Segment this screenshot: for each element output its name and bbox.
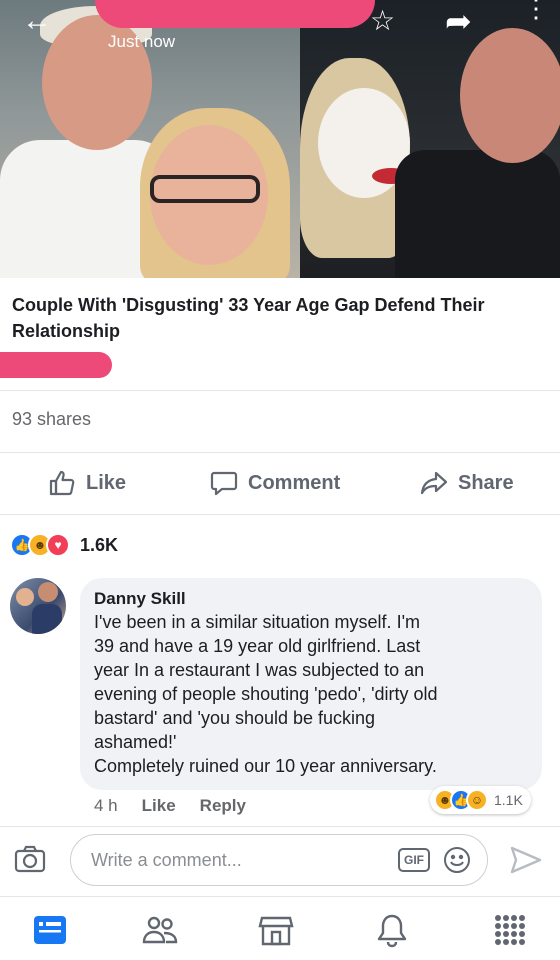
share-icon (420, 471, 448, 495)
redaction-mark-source (0, 352, 112, 378)
comment-meta: 4 h Like Reply (94, 796, 246, 816)
glasses (150, 175, 260, 203)
comment-like-button[interactable]: Like (142, 796, 176, 816)
comment-reply-button[interactable]: Reply (200, 796, 246, 816)
comment-bubble-icon (210, 471, 238, 496)
comment-bubble[interactable]: Danny Skill I've been in a similar situa… (80, 578, 542, 790)
star-icon[interactable]: ☆ (370, 4, 395, 37)
wow-reaction-icon: ☺ (466, 789, 488, 811)
redaction-mark-top (95, 0, 375, 28)
gif-button[interactable]: GIF (398, 848, 430, 872)
share-count[interactable]: 93 shares (12, 409, 91, 430)
reaction-count: 1.6K (80, 534, 119, 555)
marketplace-icon[interactable] (256, 910, 296, 950)
post-photo[interactable]: ← Just now ☆ ➦ ⋮ (0, 0, 560, 278)
love-reaction-icon: ♥ (46, 533, 70, 557)
camera-icon[interactable] (14, 845, 46, 873)
avatar[interactable] (10, 578, 66, 634)
comment-label: Comment (248, 471, 341, 494)
share-arrow-icon[interactable]: ➦ (445, 2, 472, 40)
news-feed-icon[interactable] (30, 910, 70, 950)
comment-time: 4 h (94, 796, 118, 815)
divider (0, 514, 560, 515)
send-icon[interactable] (508, 845, 544, 875)
page: ← Just now ☆ ➦ ⋮ Couple With 'Disgusting… (0, 0, 560, 960)
like-label: Like (86, 471, 127, 494)
more-vertical-icon[interactable]: ⋮ (523, 0, 549, 21)
comment-reaction-count: 1.1K (494, 792, 523, 808)
comment-author[interactable]: Danny Skill (94, 588, 528, 610)
menu-grid-icon[interactable] (490, 910, 530, 950)
comment-text: I've been in a similar situation myself.… (94, 612, 438, 776)
thumbs-up-icon (49, 470, 75, 496)
divider (0, 896, 560, 897)
post-reactions[interactable]: 👍 ☻ ♥ 1.6K (10, 532, 118, 558)
bell-icon[interactable] (372, 910, 412, 950)
divider (0, 452, 560, 453)
like-button[interactable]: Like (48, 468, 126, 498)
friends-icon[interactable] (140, 910, 180, 950)
post-timestamp: Just now (108, 32, 176, 51)
emoji-icon[interactable] (442, 845, 472, 875)
divider (0, 826, 560, 827)
back-arrow-icon[interactable]: ← (22, 6, 52, 36)
man2-shirt (395, 150, 560, 278)
comment-reactions[interactable]: ☻ 👍 ☺ 1.1K (430, 786, 531, 814)
divider (0, 390, 560, 391)
share-label: Share (458, 471, 514, 494)
man2-face (460, 28, 560, 163)
link-headline[interactable]: Couple With 'Disgusting' 33 Year Age Gap… (12, 292, 532, 344)
share-button[interactable]: Share (420, 468, 514, 498)
comment-button[interactable]: Comment (210, 468, 340, 498)
